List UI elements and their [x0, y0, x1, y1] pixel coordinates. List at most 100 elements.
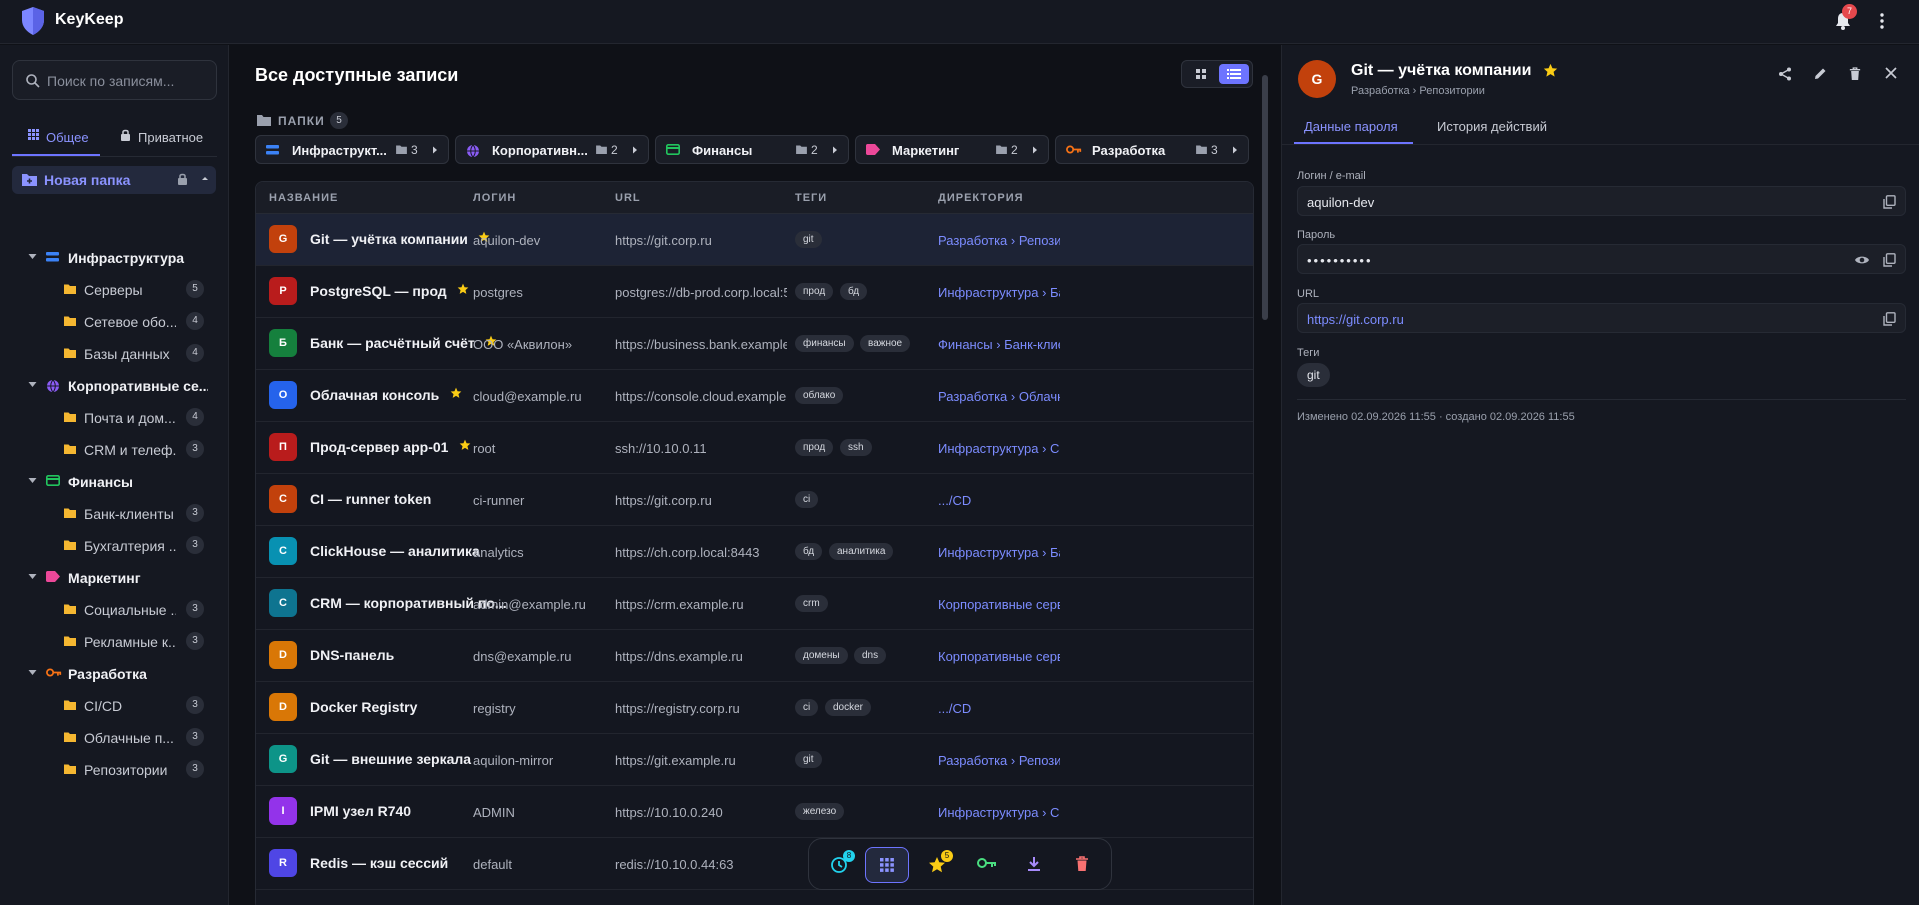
tab-history[interactable]: История действий: [1427, 108, 1557, 144]
sidebar-folder[interactable]: Облачные п... 3: [64, 725, 214, 751]
password-field[interactable]: ••••••••••: [1297, 244, 1906, 274]
new-folder-row[interactable]: Новая папка: [12, 166, 216, 194]
favorite-star-icon[interactable]: [459, 439, 471, 451]
share-icon[interactable]: [1778, 67, 1792, 81]
scrollbar[interactable]: [1262, 75, 1268, 320]
url-field[interactable]: https://git.corp.ru: [1297, 303, 1906, 333]
sidebar-category-2[interactable]: Корпоративные се...: [28, 373, 208, 399]
more-menu-icon[interactable]: [1874, 10, 1890, 32]
favorite-star-icon[interactable]: [457, 283, 469, 295]
favorites-button[interactable]: 5: [915, 847, 959, 883]
caret-down-icon[interactable]: [28, 381, 37, 388]
row-directory[interactable]: Разработка › Репозито...: [938, 753, 1060, 768]
sidebar-folder[interactable]: Почта и дом... 4: [64, 405, 214, 431]
row-directory[interactable]: Корпоративные серви...: [938, 649, 1060, 664]
table-row[interactable]: C CI — runner token ci-runner https://git.c…: [256, 474, 1253, 526]
row-directory[interactable]: Финансы › Банк-клиен...: [938, 337, 1060, 352]
favorite-star-icon[interactable]: [1543, 63, 1558, 78]
table-row[interactable]: C ClickHouse — аналитика analytics https://…: [256, 526, 1253, 578]
column-header-directory[interactable]: ДИРЕКТОРИЯ: [938, 192, 1024, 204]
chevron-right-icon[interactable]: [832, 146, 838, 154]
table-row[interactable]: D Docker Registry registry https://registry…: [256, 682, 1253, 734]
sidebar-folder[interactable]: Рекламные к... 3: [64, 629, 214, 655]
row-avatar: C: [269, 537, 297, 565]
copy-icon[interactable]: [1883, 312, 1896, 326]
column-header-tags[interactable]: ТЕГИ: [795, 192, 827, 204]
row-directory[interactable]: .../CD: [938, 701, 1060, 716]
sidebar-folder[interactable]: Социальные ... 3: [64, 597, 214, 623]
table-row[interactable]: I IPMI узел R740 ADMIN https://10.10.0.240 ж…: [256, 786, 1253, 838]
chevron-right-icon[interactable]: [632, 146, 638, 154]
chevron-right-icon[interactable]: [1232, 146, 1238, 154]
tab-password-data[interactable]: Данные пароля: [1294, 108, 1413, 144]
chevron-right-icon[interactable]: [1032, 146, 1038, 154]
copy-icon[interactable]: [1883, 253, 1896, 267]
row-login: admin@example.ru: [473, 597, 586, 612]
column-header-url[interactable]: URL: [615, 192, 641, 204]
search-input[interactable]: Поиск по записям...: [12, 60, 217, 100]
grid-view-button[interactable]: [1188, 64, 1214, 84]
folder-chip[interactable]: Разработка 3: [1055, 135, 1249, 164]
sidebar-folder[interactable]: Сетевое обо... 4: [64, 309, 214, 335]
all-records-button[interactable]: [865, 847, 909, 883]
keys-button[interactable]: [964, 847, 1008, 883]
sidebar-folder[interactable]: Банк-клиенты 3: [64, 501, 214, 527]
column-header-login[interactable]: ЛОГИН: [473, 192, 516, 204]
tab-general[interactable]: Общее: [12, 126, 100, 156]
folder-chip[interactable]: Финансы 2: [655, 135, 849, 164]
sidebar-folder[interactable]: Базы данных 4: [64, 341, 214, 367]
sidebar-category-4[interactable]: Маркетинг: [28, 565, 208, 591]
row-directory[interactable]: Инфраструктура › Баз...: [938, 285, 1060, 300]
row-directory[interactable]: Инфраструктура › Баз...: [938, 545, 1060, 560]
list-view-button[interactable]: [1219, 64, 1249, 84]
caret-down-icon[interactable]: [28, 477, 37, 484]
row-directory[interactable]: Разработка › Репозито...: [938, 233, 1060, 248]
table-row[interactable]: П Прод-сервер app-01 root ssh://10.10.0.11 п…: [256, 422, 1253, 474]
download-button[interactable]: [1013, 847, 1057, 883]
favorite-star-icon[interactable]: [450, 387, 462, 399]
sidebar-folder[interactable]: CRM и телеф... 3: [64, 437, 214, 463]
table-row[interactable]: G Git — внешние зеркала aquilon-mirror http…: [256, 734, 1253, 786]
edit-icon[interactable]: [1813, 67, 1827, 81]
recent-button[interactable]: 8: [817, 847, 861, 883]
folder-chip[interactable]: Корпоративн... 2: [455, 135, 649, 164]
url-value[interactable]: https://git.corp.ru: [1307, 312, 1404, 327]
tab-private[interactable]: Приватное: [118, 126, 218, 156]
caret-down-icon[interactable]: [28, 669, 37, 676]
column-header-name[interactable]: НАЗВАНИЕ: [269, 192, 338, 204]
caret-down-icon[interactable]: [28, 573, 37, 580]
sidebar-category-3[interactable]: Финансы: [28, 469, 208, 495]
table-row[interactable]: D DNS-панель dns@example.ru https://dns.exa…: [256, 630, 1253, 682]
folder-count: 3: [186, 440, 204, 458]
sidebar-category-1[interactable]: Инфраструктура: [28, 245, 208, 271]
close-icon[interactable]: [1885, 67, 1897, 79]
row-login: dns@example.ru: [473, 649, 572, 664]
table-row[interactable]: C CRM — корпоративный по... admin@example.…: [256, 578, 1253, 630]
caret-down-icon[interactable]: [28, 253, 37, 260]
copy-icon[interactable]: [1883, 195, 1896, 209]
row-directory[interactable]: Разработка › Облачны...: [938, 389, 1060, 404]
trash-button[interactable]: [1062, 847, 1106, 883]
login-field[interactable]: aquilon-dev: [1297, 186, 1906, 216]
row-avatar: G: [269, 225, 297, 253]
sidebar-folder[interactable]: Бухгалтерия ... 3: [64, 533, 214, 559]
folder-count: 4: [186, 344, 204, 362]
sidebar-folder[interactable]: Репозитории 3: [64, 757, 214, 783]
table-row[interactable]: О Облачная консоль cloud@example.ru https:/…: [256, 370, 1253, 422]
row-directory[interactable]: .../CD: [938, 493, 1060, 508]
table-row[interactable]: G Git — учётка компании aquilon-dev https:/…: [256, 214, 1253, 266]
table-row[interactable]: P PostgreSQL — прод postgres postgres://db-…: [256, 266, 1253, 318]
eye-icon[interactable]: [1854, 254, 1870, 266]
folder-chip[interactable]: Маркетинг 2: [855, 135, 1049, 164]
sidebar-folder[interactable]: CI/CD 3: [64, 693, 214, 719]
sidebar-category-5[interactable]: Разработка: [28, 661, 208, 687]
chevron-right-icon[interactable]: [432, 146, 438, 154]
delete-icon[interactable]: [1849, 67, 1861, 81]
row-directory[interactable]: Инфраструктура › Сер...: [938, 441, 1060, 456]
table-row[interactable]: Б Банк — расчётный счёт ООО «Аквилон» https…: [256, 318, 1253, 370]
chevron-up-icon[interactable]: [200, 174, 210, 184]
folder-chip[interactable]: Инфраструкт... 3: [255, 135, 449, 164]
row-directory[interactable]: Инфраструктура › Сер...: [938, 805, 1060, 820]
row-directory[interactable]: Корпоративные серви...: [938, 597, 1060, 612]
sidebar-folder[interactable]: Серверы 5: [64, 277, 214, 303]
